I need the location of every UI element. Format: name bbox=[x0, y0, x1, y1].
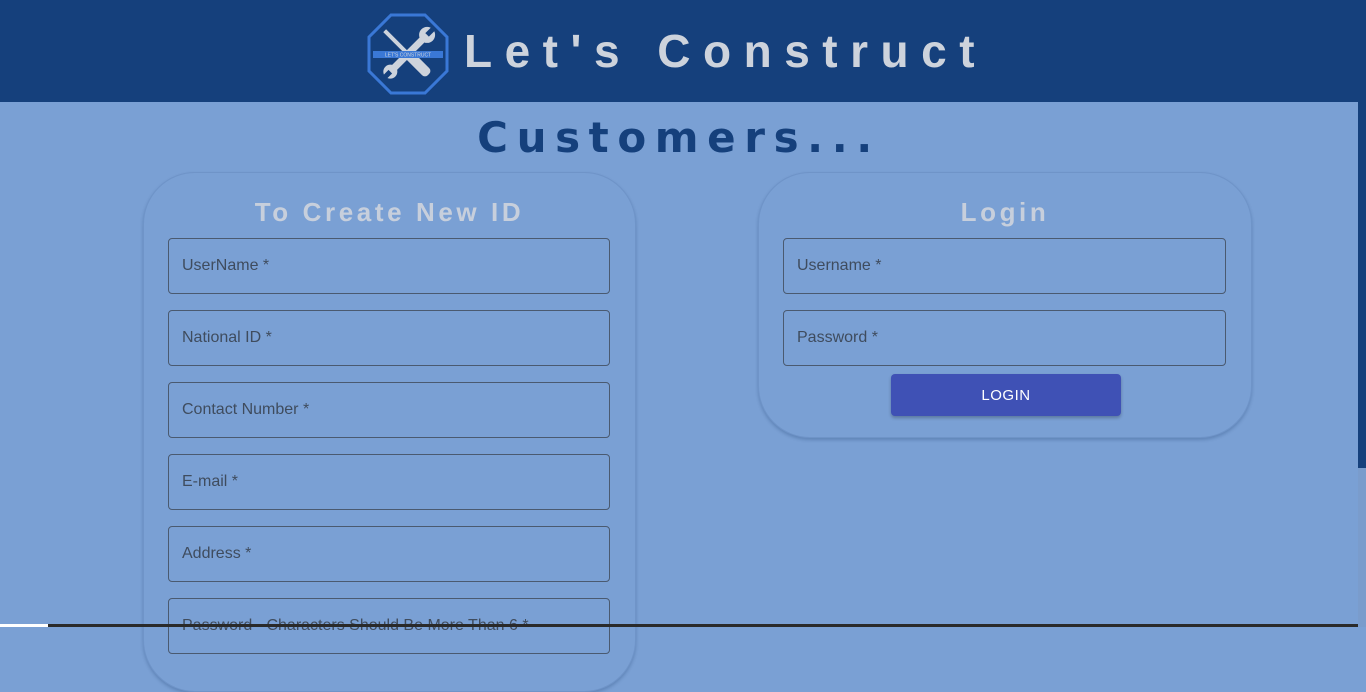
contact-number-label: Contact Number * bbox=[182, 401, 310, 418]
address-label: Address * bbox=[182, 545, 252, 562]
login-password-label: Password * bbox=[797, 329, 878, 346]
brand-title[interactable]: Let's Construct bbox=[464, 24, 987, 78]
address-field[interactable]: Address * bbox=[168, 526, 610, 582]
login-title: Login bbox=[960, 197, 1050, 227]
login-button[interactable]: LOGIN bbox=[891, 374, 1121, 416]
login-password-field[interactable]: Password * bbox=[783, 310, 1226, 366]
create-id-title: To Create New ID bbox=[254, 197, 525, 227]
contact-number-field[interactable]: Contact Number * bbox=[168, 382, 610, 438]
username-label: UserName * bbox=[182, 257, 270, 274]
national-id-label: National ID * bbox=[182, 329, 272, 346]
login-username-field[interactable]: Username * bbox=[783, 238, 1226, 294]
logo-tools-icon[interactable]: LET'S CONSTRUCT bbox=[367, 13, 449, 95]
login-username-label: Username * bbox=[797, 257, 882, 274]
username-field[interactable]: UserName * bbox=[168, 238, 610, 294]
national-id-field[interactable]: National ID * bbox=[168, 310, 610, 366]
page-title: Customers... bbox=[477, 113, 881, 162]
logo-text: LET'S CONSTRUCT bbox=[385, 53, 431, 59]
email-field[interactable]: E-mail * bbox=[168, 454, 610, 510]
site-header: LET'S CONSTRUCT Let's Construct bbox=[0, 0, 1358, 102]
scrollbar-thumb[interactable] bbox=[1358, 0, 1366, 468]
email-label: E-mail * bbox=[182, 473, 239, 490]
